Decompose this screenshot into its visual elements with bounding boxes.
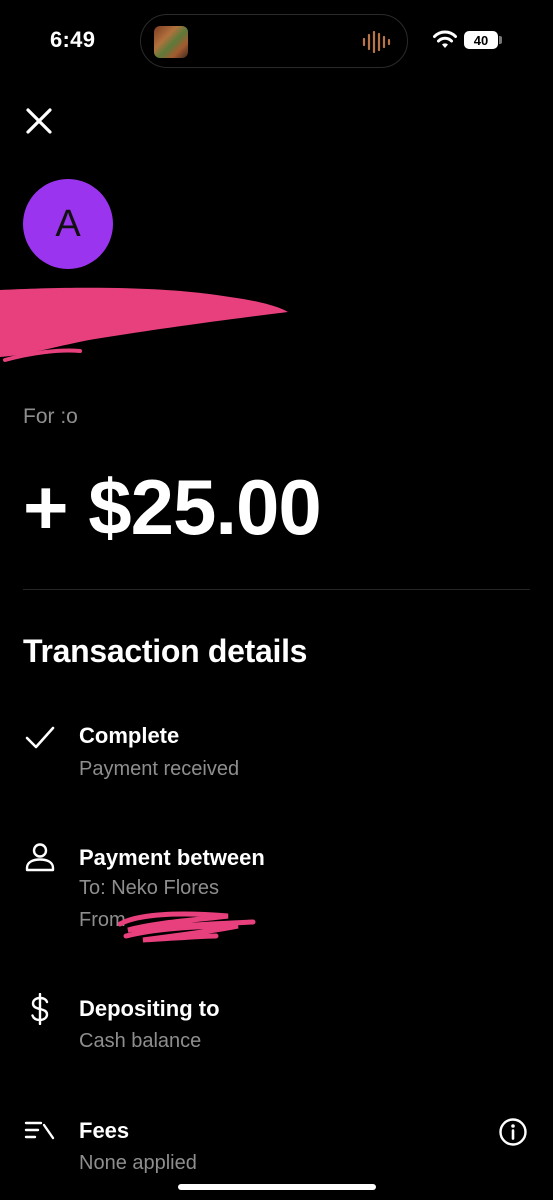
checkmark-icon bbox=[25, 726, 55, 749]
info-icon[interactable] bbox=[498, 1117, 528, 1147]
battery-cap bbox=[499, 36, 502, 44]
fees-title: Fees bbox=[79, 1118, 130, 1143]
status-subtitle: Payment received bbox=[79, 758, 240, 780]
divider bbox=[23, 589, 530, 590]
redaction-scribble-sender bbox=[118, 911, 256, 943]
status-bar: 6:49 40 bbox=[0, 0, 553, 80]
battery-indicator: 40 bbox=[464, 31, 498, 49]
status-title: Complete bbox=[79, 723, 180, 748]
payment-note: For :o bbox=[23, 405, 78, 428]
close-button[interactable] bbox=[20, 102, 58, 140]
fees-list-icon bbox=[24, 1121, 55, 1140]
fees-subtitle: None applied bbox=[79, 1152, 197, 1174]
dynamic-island[interactable] bbox=[140, 14, 408, 68]
deposit-title: Depositing to bbox=[79, 996, 220, 1021]
recipient-text: To: Neko Flores bbox=[79, 877, 220, 899]
status-time: 6:49 bbox=[50, 27, 96, 52]
home-indicator[interactable] bbox=[178, 1184, 376, 1190]
audio-waveform-icon bbox=[362, 31, 391, 53]
deposit-subtitle: Cash balance bbox=[79, 1030, 202, 1052]
avatar: A bbox=[23, 179, 113, 269]
payment-between-title: Payment between bbox=[79, 845, 265, 870]
now-playing-artwork bbox=[154, 26, 188, 58]
person-icon bbox=[25, 843, 55, 872]
section-title: Transaction details bbox=[23, 633, 308, 669]
transaction-amount: + $25.00 bbox=[23, 463, 322, 551]
redaction-scribble bbox=[0, 287, 288, 362]
dollar-icon bbox=[31, 993, 49, 1025]
wifi-icon bbox=[433, 30, 457, 48]
